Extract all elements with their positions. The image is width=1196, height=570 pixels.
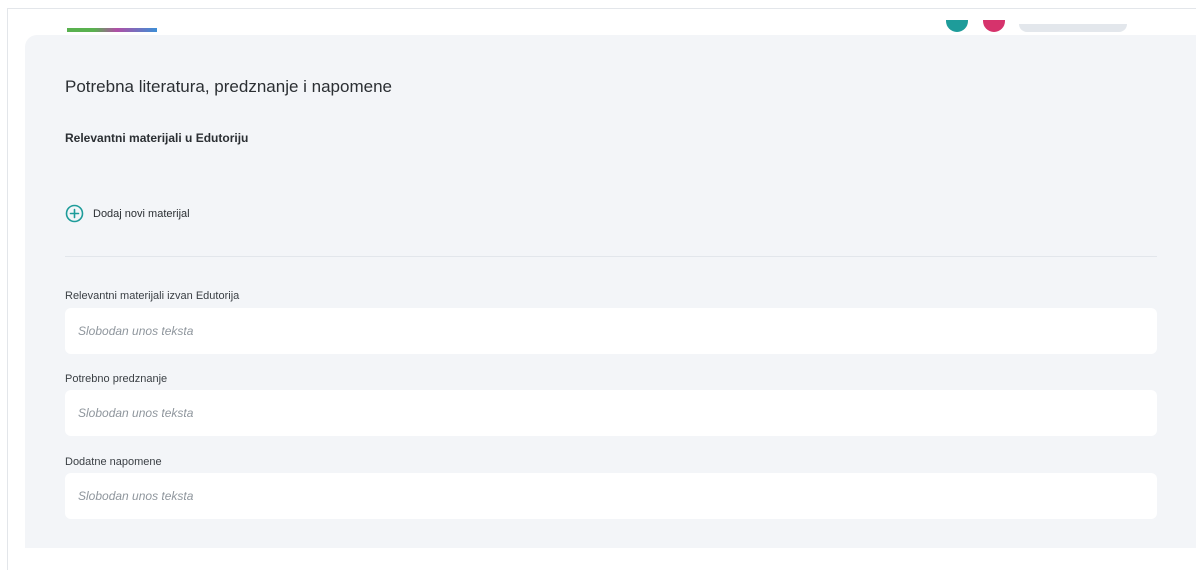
- additional-notes-label: Dodatne napomene: [65, 456, 162, 468]
- user-menu-button[interactable]: [1019, 24, 1127, 32]
- plus-circle-icon: [65, 204, 84, 223]
- literature-section-card: Potrebna literatura, predznanje i napome…: [25, 35, 1196, 548]
- prior-knowledge-label: Potrebno predznanje: [65, 373, 168, 385]
- external-materials-input[interactable]: [65, 308, 1157, 354]
- section-title: Potrebna literatura, predznanje i napome…: [65, 77, 392, 96]
- app-logo[interactable]: [67, 28, 157, 32]
- user-avatar[interactable]: [983, 20, 1005, 32]
- external-materials-label: Relevantni materijali izvan Edutorija: [65, 290, 240, 302]
- additional-notes-input[interactable]: [65, 473, 1157, 519]
- edutorij-materials-title: Relevantni materijali u Edutoriju: [65, 131, 249, 145]
- prior-knowledge-input[interactable]: [65, 390, 1157, 436]
- notification-icon[interactable]: [946, 20, 968, 32]
- section-divider: [65, 256, 1157, 257]
- add-material-button[interactable]: Dodaj novi materijal: [65, 204, 190, 223]
- add-material-label: Dodaj novi materijal: [93, 207, 190, 220]
